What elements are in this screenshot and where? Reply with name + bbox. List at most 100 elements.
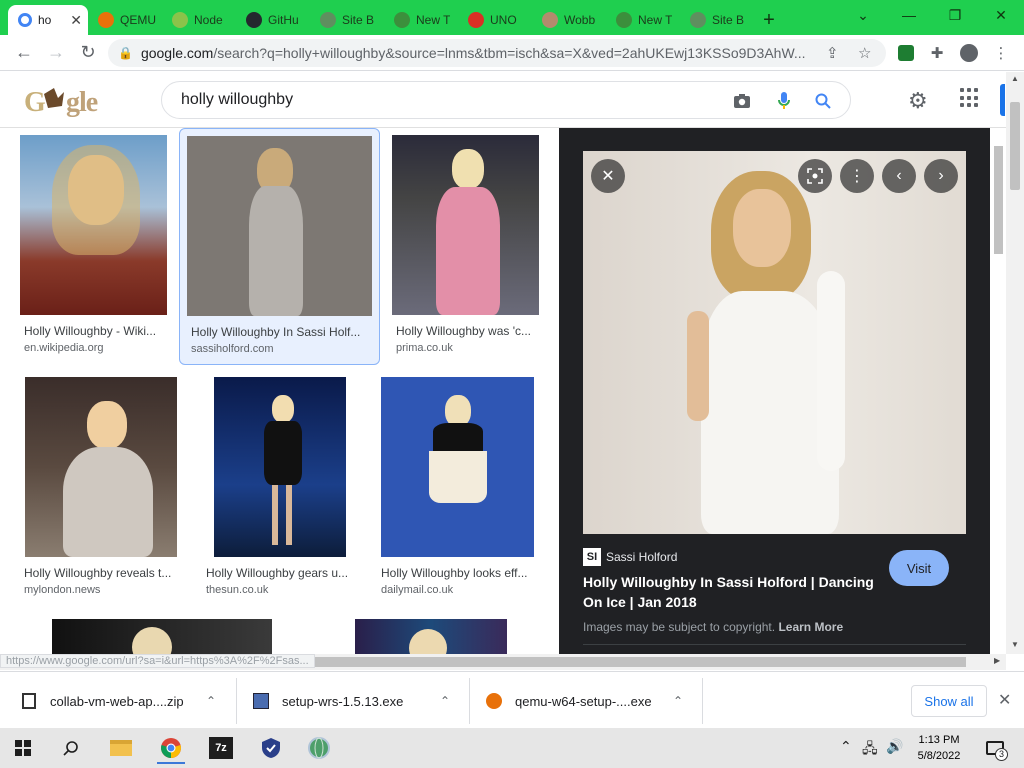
download-item[interactable]: setup-wrs-1.5.13.exe ⌃ xyxy=(252,681,462,721)
image-result-card[interactable]: Holly Willoughby looks eff... dailymail.… xyxy=(381,376,541,601)
google-apps-icon[interactable] xyxy=(960,88,980,108)
tab-node[interactable]: Node xyxy=(162,5,236,35)
preview-scrollbar[interactable] xyxy=(990,128,1006,654)
scroll-right-arrow-icon[interactable]: ▶ xyxy=(994,656,1000,665)
microphone-icon[interactable] xyxy=(774,91,794,111)
close-downloads-bar-icon[interactable]: ✕ xyxy=(998,690,1011,710)
tab-search-dropdown-icon[interactable]: ⌄ xyxy=(840,0,886,30)
result-thumbnail[interactable] xyxy=(381,377,534,557)
result-caption[interactable]: Holly Willoughby looks eff... xyxy=(381,566,536,580)
result-source[interactable]: sassiholford.com xyxy=(191,343,274,355)
chevron-up-icon[interactable]: ⌃ xyxy=(206,694,216,708)
search-icon[interactable] xyxy=(54,732,88,764)
restore-button[interactable]: ❐ xyxy=(932,0,978,30)
preview-site[interactable]: SI Sassi Holford xyxy=(583,548,677,566)
result-caption[interactable]: Holly Willoughby reveals t... xyxy=(24,566,179,580)
page-vertical-scrollbar[interactable]: ▲ ▼ xyxy=(1006,72,1024,654)
profile-avatar-icon[interactable] xyxy=(958,42,980,64)
google-logo[interactable]: G gle xyxy=(24,84,116,125)
back-button[interactable]: ← xyxy=(8,37,40,69)
image-result-card[interactable]: Holly Willoughby was 'c... prima.co.uk xyxy=(392,135,542,360)
minimize-button[interactable]: — xyxy=(886,0,932,30)
image-result-card[interactable]: Holly Willoughby reveals t... mylondon.n… xyxy=(20,376,180,601)
result-thumbnail[interactable] xyxy=(187,136,372,316)
share-icon[interactable]: ⇪ xyxy=(826,44,839,62)
tab-new-tab-1[interactable]: New T xyxy=(384,5,458,35)
tab-uno[interactable]: UNO xyxy=(458,5,532,35)
more-options-icon[interactable]: ⋮ xyxy=(840,159,874,193)
result-source[interactable]: mylondon.news xyxy=(24,584,100,596)
result-thumbnail[interactable] xyxy=(52,619,272,654)
preview-scrollbar-thumb[interactable] xyxy=(994,146,1003,254)
sign-in-button-edge[interactable] xyxy=(1000,84,1005,116)
start-button[interactable] xyxy=(6,732,40,764)
search-icon[interactable] xyxy=(813,91,833,111)
chevron-up-icon[interactable]: ⌃ xyxy=(440,694,450,708)
image-result-card[interactable] xyxy=(322,618,540,654)
result-caption[interactable]: Holly Willoughby was 'c... xyxy=(396,324,541,338)
globe-app-icon[interactable] xyxy=(302,732,336,764)
browser-menu-icon[interactable]: ⋮ xyxy=(990,42,1012,64)
preview-site-name[interactable]: Sassi Holford xyxy=(606,550,677,564)
result-source[interactable]: en.wikipedia.org xyxy=(24,342,104,354)
page-scrollbar-thumb[interactable] xyxy=(1010,102,1020,190)
result-caption[interactable]: Holly Willoughby gears u... xyxy=(206,566,356,580)
extension-icon[interactable] xyxy=(895,42,917,64)
tab-google-images[interactable]: ho ✕ xyxy=(8,5,88,35)
scroll-up-arrow-icon[interactable]: ▲ xyxy=(1011,74,1019,83)
download-filename[interactable]: setup-wrs-1.5.13.exe xyxy=(282,694,403,709)
preview-image[interactable] xyxy=(583,151,966,534)
tab-qemu[interactable]: QEMU xyxy=(88,5,162,35)
result-caption[interactable]: Holly Willoughby In Sassi Holf... xyxy=(191,325,371,339)
result-thumbnail[interactable] xyxy=(20,135,167,315)
previous-image-button[interactable]: ‹ xyxy=(882,159,916,193)
tab-github[interactable]: GitHu xyxy=(236,5,310,35)
tab-new-tab-2[interactable]: New T xyxy=(606,5,680,35)
extensions-puzzle-icon[interactable]: ✚ xyxy=(926,42,948,64)
close-preview-button[interactable]: ✕ xyxy=(591,159,625,193)
show-hidden-icons-chevron-icon[interactable]: ⌃ xyxy=(840,738,852,755)
image-result-card[interactable]: Holly Willoughby gears u... thesun.co.uk xyxy=(202,376,362,601)
search-box[interactable] xyxy=(161,81,851,119)
shield-icon[interactable] xyxy=(254,732,288,764)
result-thumbnail[interactable] xyxy=(355,619,507,654)
lock-icon[interactable]: 🔒 xyxy=(118,46,133,60)
address-bar[interactable]: 🔒 google.com/search?q=holly+willoughby&s… xyxy=(108,39,886,67)
result-thumbnail[interactable] xyxy=(392,135,539,315)
file-explorer-icon[interactable] xyxy=(104,732,138,764)
image-result-card[interactable]: Holly Willoughby - Wiki... en.wikipedia.… xyxy=(20,135,170,360)
show-all-downloads-button[interactable]: Show all xyxy=(911,685,987,717)
chrome-icon[interactable] xyxy=(154,732,188,764)
download-item[interactable]: collab-vm-web-ap....zip ⌃ xyxy=(20,681,230,721)
tab-site-b-1[interactable]: Site B xyxy=(310,5,384,35)
system-clock[interactable]: 1:13 PM 5/8/2022 xyxy=(914,732,964,764)
result-source[interactable]: thesun.co.uk xyxy=(206,584,268,596)
reload-button[interactable]: ↻ xyxy=(72,37,104,69)
tab-site-b-2[interactable]: Site B xyxy=(680,5,754,35)
7zip-icon[interactable]: 7z xyxy=(204,732,238,764)
tab-wobb[interactable]: Wobb xyxy=(532,5,606,35)
result-thumbnail[interactable] xyxy=(25,377,177,557)
close-window-button[interactable]: ✕ xyxy=(978,0,1024,30)
result-source[interactable]: dailymail.co.uk xyxy=(381,584,453,596)
image-result-card-selected[interactable]: Holly Willoughby In Sassi Holf... sassih… xyxy=(179,128,380,365)
download-item[interactable]: qemu-w64-setup-....exe ⌃ xyxy=(485,681,695,721)
next-image-button[interactable]: › xyxy=(924,159,958,193)
scroll-down-arrow-icon[interactable]: ▼ xyxy=(1011,640,1019,649)
camera-search-icon[interactable] xyxy=(732,91,752,111)
search-input[interactable] xyxy=(181,91,681,109)
image-result-card[interactable] xyxy=(20,618,302,654)
visual-search-icon[interactable] xyxy=(798,159,832,193)
download-filename[interactable]: collab-vm-web-ap....zip xyxy=(50,694,184,709)
preview-title[interactable]: Holly Willoughby In Sassi Holford | Danc… xyxy=(583,572,883,612)
result-source[interactable]: prima.co.uk xyxy=(396,342,453,354)
result-caption[interactable]: Holly Willoughby - Wiki... xyxy=(24,324,169,338)
learn-more-link[interactable]: Learn More xyxy=(778,620,843,634)
notification-center-icon[interactable]: 3 xyxy=(980,732,1010,764)
close-tab-icon[interactable]: ✕ xyxy=(70,12,82,29)
result-thumbnail[interactable] xyxy=(214,377,346,557)
network-icon[interactable]: 🖧 xyxy=(862,738,878,762)
download-filename[interactable]: qemu-w64-setup-....exe xyxy=(515,694,652,709)
volume-icon[interactable]: 🔊 xyxy=(886,738,903,755)
bookmark-star-icon[interactable]: ☆ xyxy=(858,44,871,62)
